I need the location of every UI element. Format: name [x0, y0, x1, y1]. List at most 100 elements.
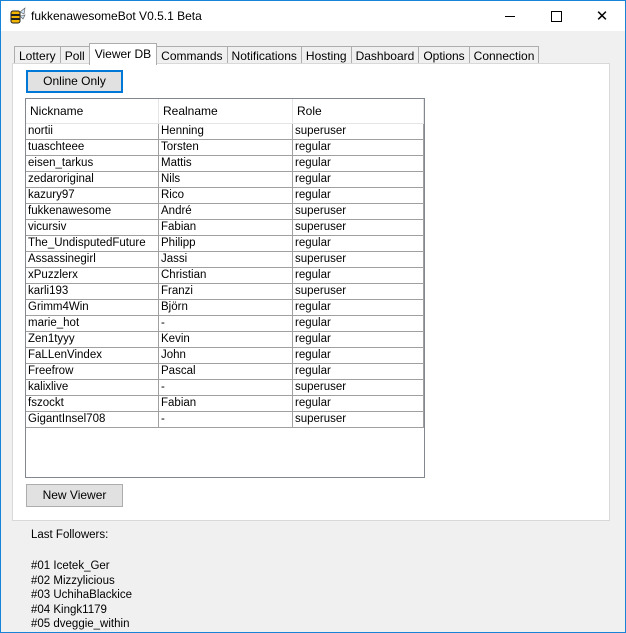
table-row[interactable]: kazury97 Rico regular	[26, 188, 424, 204]
table-row[interactable]: fszockt Fabian regular	[26, 396, 424, 412]
nickname-cell[interactable]: karli193	[26, 284, 159, 300]
realname-cell[interactable]: Franzi	[159, 284, 293, 300]
role-cell[interactable]: regular	[293, 396, 424, 412]
role-cell[interactable]: superuser	[293, 412, 424, 428]
role-cell[interactable]: superuser	[293, 124, 424, 140]
realname-cell[interactable]: Mattis	[159, 156, 293, 172]
table-body: nortii Henning superuser tuaschteee Torsten r…	[26, 124, 424, 428]
last-followers: Last Followers: #01 Icetek_Ger #02 Mizzyl…	[31, 529, 132, 632]
nickname-cell[interactable]: FaLLenVindex	[26, 348, 159, 364]
follower-item: #02 Mizzylicious	[31, 574, 115, 587]
realname-cell[interactable]: -	[159, 380, 293, 396]
nickname-cell[interactable]: kazury97	[26, 188, 159, 204]
new-viewer-button[interactable]: New Viewer	[26, 484, 123, 507]
bee-icon	[10, 7, 26, 24]
realname-cell[interactable]: Christian	[159, 268, 293, 284]
nickname-cell[interactable]: Zen1tyyy	[26, 332, 159, 348]
role-cell[interactable]: regular	[293, 316, 424, 332]
table-row[interactable]: vicursiv Fabian superuser	[26, 220, 424, 236]
table-row[interactable]: kalixlive - superuser	[26, 380, 424, 396]
table-row[interactable]: Grimm4Win Björn regular	[26, 300, 424, 316]
role-cell[interactable]: superuser	[293, 220, 424, 236]
followers-title: Last Followers:	[31, 529, 109, 541]
role-cell[interactable]: regular	[293, 236, 424, 252]
role-cell[interactable]: regular	[293, 188, 424, 204]
viewer-db-panel: Online Only Nickname Realname Role nortii H…	[12, 63, 610, 521]
realname-cell[interactable]: -	[159, 412, 293, 428]
nickname-cell[interactable]: zedaroriginal	[26, 172, 159, 188]
realname-cell[interactable]: Björn	[159, 300, 293, 316]
realname-cell[interactable]: -	[159, 316, 293, 332]
nickname-cell[interactable]: The_UndisputedFuture	[26, 236, 159, 252]
nickname-cell[interactable]: kalixlive	[26, 380, 159, 396]
column-header-role[interactable]: Role	[293, 99, 424, 123]
role-cell[interactable]: regular	[293, 332, 424, 348]
tab-strip: Lottery Poll Viewer DB Commands Notification…	[14, 43, 540, 65]
follower-item: #04 Kingk1179	[31, 603, 107, 616]
realname-cell[interactable]: André	[159, 204, 293, 220]
table-row[interactable]: zedaroriginal Nils regular	[26, 172, 424, 188]
role-cell[interactable]: regular	[293, 348, 424, 364]
table-row[interactable]: eisen_tarkus Mattis regular	[26, 156, 424, 172]
table-header: Nickname Realname Role	[26, 99, 424, 124]
nickname-cell[interactable]: fszockt	[26, 396, 159, 412]
column-header-nickname[interactable]: Nickname	[26, 99, 159, 123]
nickname-cell[interactable]: nortii	[26, 124, 159, 140]
role-cell[interactable]: superuser	[293, 204, 424, 220]
online-only-button[interactable]: Online Only	[26, 70, 123, 93]
close-button[interactable]: ✕	[579, 1, 625, 31]
role-cell[interactable]: regular	[293, 268, 424, 284]
realname-cell[interactable]: Fabian	[159, 396, 293, 412]
maximize-icon	[550, 10, 562, 22]
role-cell[interactable]: regular	[293, 300, 424, 316]
nickname-cell[interactable]: GigantInsel708	[26, 412, 159, 428]
table-row[interactable]: Zen1tyyy Kevin regular	[26, 332, 424, 348]
table-row[interactable]: karli193 Franzi superuser	[26, 284, 424, 300]
role-cell[interactable]: superuser	[293, 284, 424, 300]
minimize-icon	[505, 15, 515, 17]
table-row[interactable]: tuaschteee Torsten regular	[26, 140, 424, 156]
table-row[interactable]: The_UndisputedFuture Philipp regular	[26, 236, 424, 252]
role-cell[interactable]: superuser	[293, 380, 424, 396]
realname-cell[interactable]: Henning	[159, 124, 293, 140]
realname-cell[interactable]: Nils	[159, 172, 293, 188]
maximize-button[interactable]	[533, 1, 579, 31]
table-row[interactable]: FaLLenVindex John regular	[26, 348, 424, 364]
role-cell[interactable]: superuser	[293, 252, 424, 268]
table-row[interactable]: marie_hot - regular	[26, 316, 424, 332]
realname-cell[interactable]: Kevin	[159, 332, 293, 348]
realname-cell[interactable]: Pascal	[159, 364, 293, 380]
role-cell[interactable]: regular	[293, 172, 424, 188]
minimize-button[interactable]	[487, 1, 533, 31]
role-cell[interactable]: regular	[293, 156, 424, 172]
table-row[interactable]: GigantInsel708- superuser	[26, 412, 424, 428]
nickname-cell[interactable]: tuaschteee	[26, 140, 159, 156]
title-bar[interactable]: fukkenawesomeBot V0.5.1 Beta ✕	[1, 1, 625, 31]
nickname-cell[interactable]: Freefrow	[26, 364, 159, 380]
nickname-cell[interactable]: Grimm4Win	[26, 300, 159, 316]
followers-list: #01 Icetek_Ger #02 Mizzylicious #03 Uchiha…	[31, 559, 132, 632]
viewer-table[interactable]: Nickname Realname Role nortii Henning superu…	[25, 98, 425, 478]
follower-item: #03 UchihaBlackice	[31, 589, 133, 601]
nickname-cell[interactable]: vicursiv	[26, 220, 159, 236]
column-header-realname[interactable]: Realname	[159, 99, 293, 123]
nickname-cell[interactable]: eisen_tarkus	[26, 156, 159, 172]
role-cell[interactable]: regular	[293, 364, 424, 380]
realname-cell[interactable]: Fabian	[159, 220, 293, 236]
role-cell[interactable]: regular	[293, 140, 424, 156]
realname-cell[interactable]: Rico	[159, 188, 293, 204]
realname-cell[interactable]: John	[159, 348, 293, 364]
table-row[interactable]: Freefrow Pascal regular	[26, 364, 424, 380]
nickname-cell[interactable]: marie_hot	[26, 316, 159, 332]
table-row[interactable]: fukkenawesome André superuser	[26, 204, 424, 220]
table-row[interactable]: nortii Henning superuser	[26, 124, 424, 140]
nickname-cell[interactable]: Assassinegirl	[26, 252, 159, 268]
realname-cell[interactable]: Torsten	[159, 140, 293, 156]
realname-cell[interactable]: Jassi	[159, 252, 293, 268]
nickname-cell[interactable]: fukkenawesome	[26, 204, 159, 220]
tab-viewer-db[interactable]: Viewer DB	[88, 43, 158, 65]
table-row[interactable]: xPuzzlerx Christian regular	[26, 268, 424, 284]
table-row[interactable]: Assassinegirl Jassi superuser	[26, 252, 424, 268]
nickname-cell[interactable]: xPuzzlerx	[26, 268, 159, 284]
realname-cell[interactable]: Philipp	[159, 236, 293, 252]
